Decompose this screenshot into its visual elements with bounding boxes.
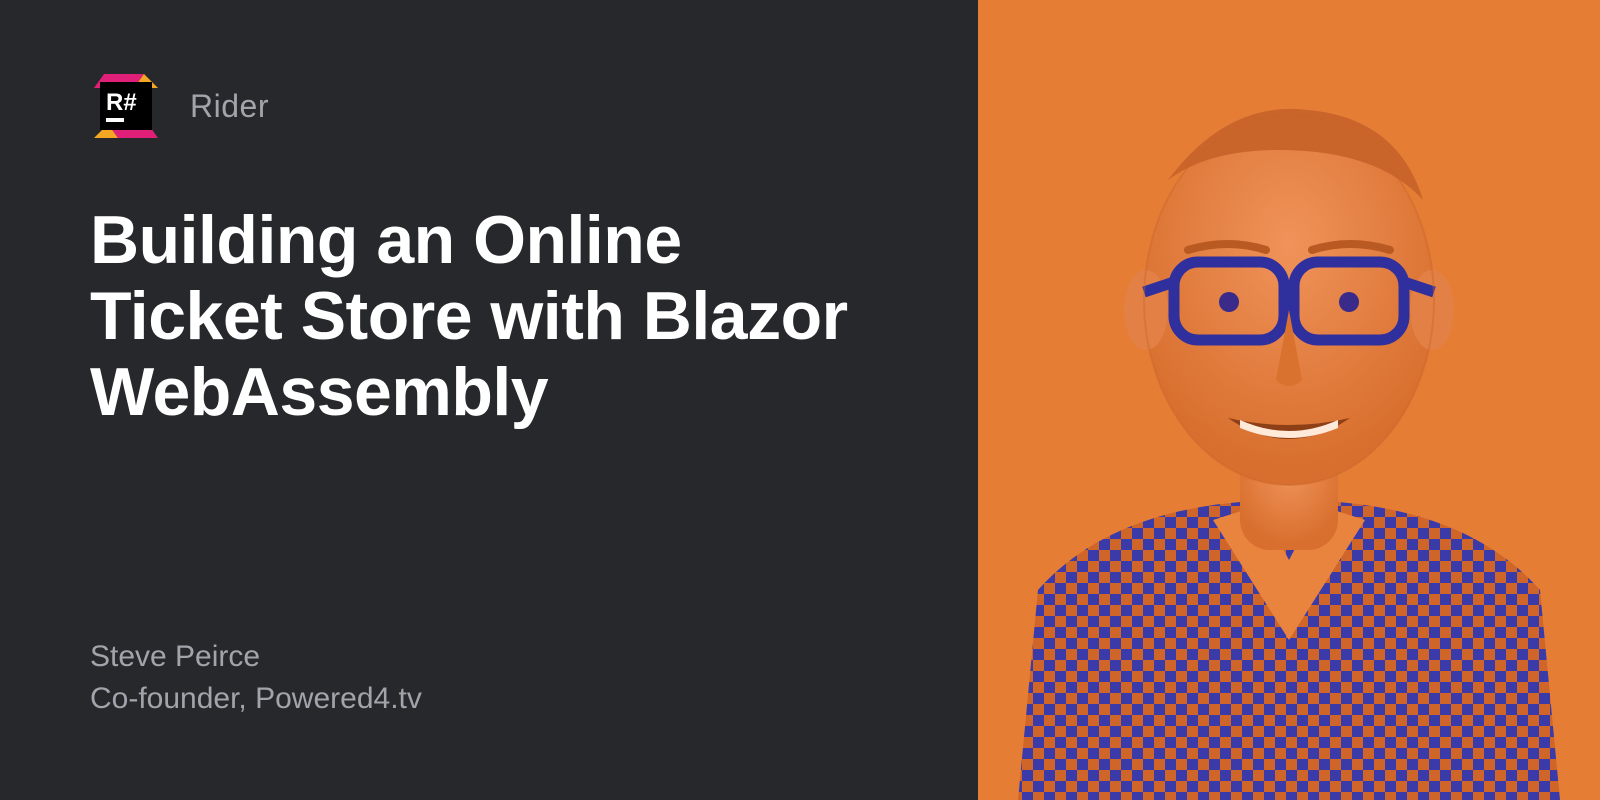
svg-text:R#: R# bbox=[106, 89, 137, 116]
speaker-photo-panel bbox=[978, 0, 1600, 800]
speaker-role: Co-founder, Powered4.tv bbox=[90, 678, 888, 720]
speaker-photo bbox=[978, 0, 1600, 800]
brand-row: R# Rider bbox=[90, 70, 888, 142]
speaker-info: Steve Peirce Co-founder, Powered4.tv bbox=[90, 636, 888, 720]
product-label: Rider bbox=[190, 88, 269, 125]
talk-title: Building an Online Ticket Store with Bla… bbox=[90, 202, 888, 430]
speaker-name: Steve Peirce bbox=[90, 636, 888, 678]
info-panel: R# Rider Building an Online Ticket Store… bbox=[0, 0, 978, 800]
resharper-logo-icon: R# bbox=[90, 70, 162, 142]
